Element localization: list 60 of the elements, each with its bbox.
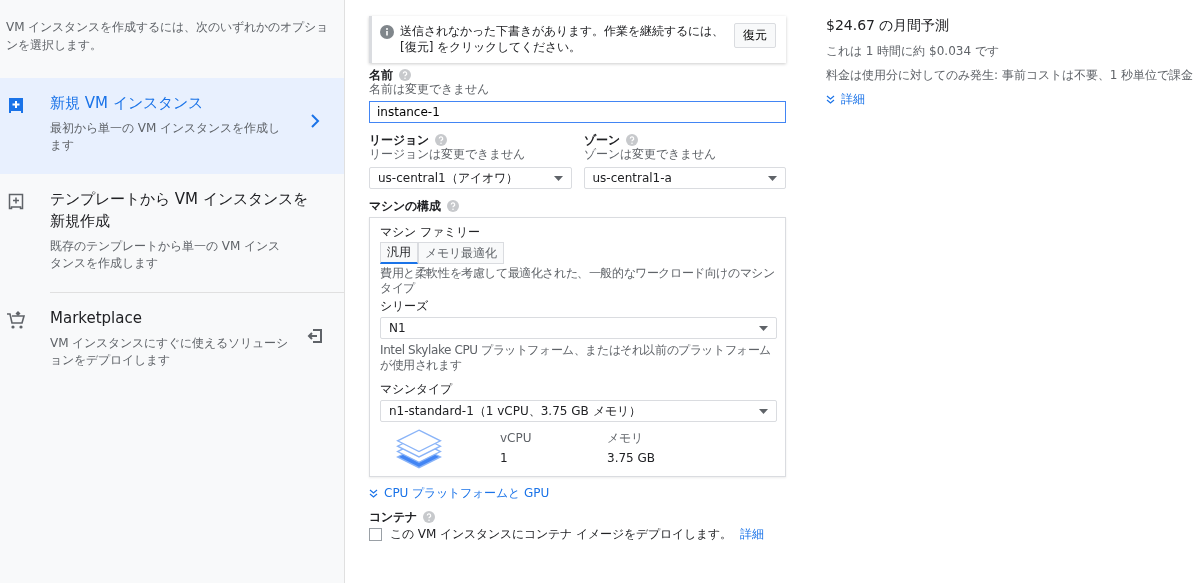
dropdown[interactable]: us-central1（アイオワ） (369, 167, 572, 189)
exit-icon (306, 327, 324, 345)
option-title: テンプレートから VM インスタンスを新規作成 (50, 189, 308, 232)
double-chevron-icon (369, 489, 378, 498)
dropdown-caret-icon (759, 325, 768, 331)
plus-box-icon (6, 96, 26, 116)
spec-value: 3.75 GB (607, 450, 657, 467)
double-chevron-icon (826, 95, 835, 104)
family-tab[interactable]: メモリ最適化 (418, 242, 504, 264)
dropdown[interactable]: us-central1-a (583, 167, 786, 189)
plus-box-icon (6, 192, 26, 212)
option-title: Marketplace (50, 308, 143, 329)
dropdown-caret-icon (553, 175, 563, 181)
dropdown-caret-icon (768, 175, 777, 181)
field-hint: リージョンは変更できません (369, 147, 526, 161)
sidebar-option[interactable]: Marketplace VM インスタンスにすぐに使えるソリューションをデプロイします (0, 293, 344, 389)
option-description: 最初から単一の VM インスタンスを作成します (50, 120, 282, 154)
field-label: リージョン (369, 133, 429, 147)
dropdown[interactable]: N1 (380, 317, 777, 339)
billing-note: 料金は使用分に対してのみ発生: 事前コストは不要、1 秒単位で課金 (826, 67, 1194, 83)
help-icon (625, 134, 638, 146)
family-tab[interactable]: 汎用 (380, 242, 418, 264)
field-label: マシン ファミリー (380, 225, 481, 239)
details-link[interactable]: 詳細 (740, 526, 764, 543)
cart-icon (6, 311, 26, 331)
field-hint: ゾーンは変更できません (583, 147, 717, 161)
option-description: VM インスタンスにすぐに使えるソリューションをデプロイします (50, 335, 290, 369)
field-label: マシンタイプ (380, 382, 454, 396)
spec-value: 1 (500, 450, 509, 467)
field-label: シリーズ (380, 299, 429, 313)
details-link[interactable]: 詳細 (826, 91, 1194, 108)
info-icon (380, 25, 394, 39)
sidebar-option[interactable]: テンプレートから VM インスタンスを新規作成 既存のテンプレートから単一の VM インスタンスを作成します (0, 174, 344, 292)
dropdown[interactable]: n1-standard-1（1 vCPU、3.75 GB メモリ） (380, 400, 777, 422)
field-label: ゾーン (583, 133, 620, 147)
expand-link[interactable]: CPU プラットフォームと GPU (369, 485, 786, 502)
monthly-estimate: $24.67 の月間予測 (826, 16, 951, 35)
sidebar-option[interactable]: 新規 VM インスタンス 最初から単一の VM インスタンスを作成します (0, 78, 344, 174)
family-description: 費用と柔軟性を考慮して最適化された、一般的なワークロード向けのマシンタイプ (380, 266, 776, 296)
field-label: マシンの構成 (369, 199, 441, 213)
help-icon (447, 200, 459, 212)
restore-button[interactable]: 復元 (734, 23, 776, 48)
notice-text: 送信されなかった下書きがあります。作業を継続するには、[復元] をクリックしてください。 (400, 23, 725, 55)
checkbox-label: この VM インスタンスにコンテナ イメージをデプロイします。 (390, 526, 732, 543)
dropdown-caret-icon (759, 408, 768, 414)
help-icon (435, 134, 447, 146)
field-label: 名前 (369, 68, 393, 82)
name-input[interactable]: instance-1 (369, 101, 786, 123)
help-icon (423, 511, 435, 523)
field-hint: 名前は変更できません (369, 82, 490, 96)
hourly-cost: これは 1 時間に約 $0.034 です (826, 43, 1000, 59)
field-label: コンテナ (369, 510, 417, 524)
spec-label: vCPU (500, 430, 533, 447)
help-icon (399, 69, 411, 81)
option-title: 新規 VM インスタンス (50, 93, 204, 114)
checkbox[interactable] (369, 528, 382, 541)
series-description: Intel Skylake CPU プラットフォーム、またはそれ以前のプラットフォームが使用されます (380, 343, 773, 373)
spec-label: メモリ (607, 430, 644, 447)
option-description: 既存のテンプレートから単一の VM インスタンスを作成します (50, 238, 282, 272)
intro-text: VM インスタンスを作成するには、次のいずれかのオプションを選択します。 (6, 19, 330, 54)
